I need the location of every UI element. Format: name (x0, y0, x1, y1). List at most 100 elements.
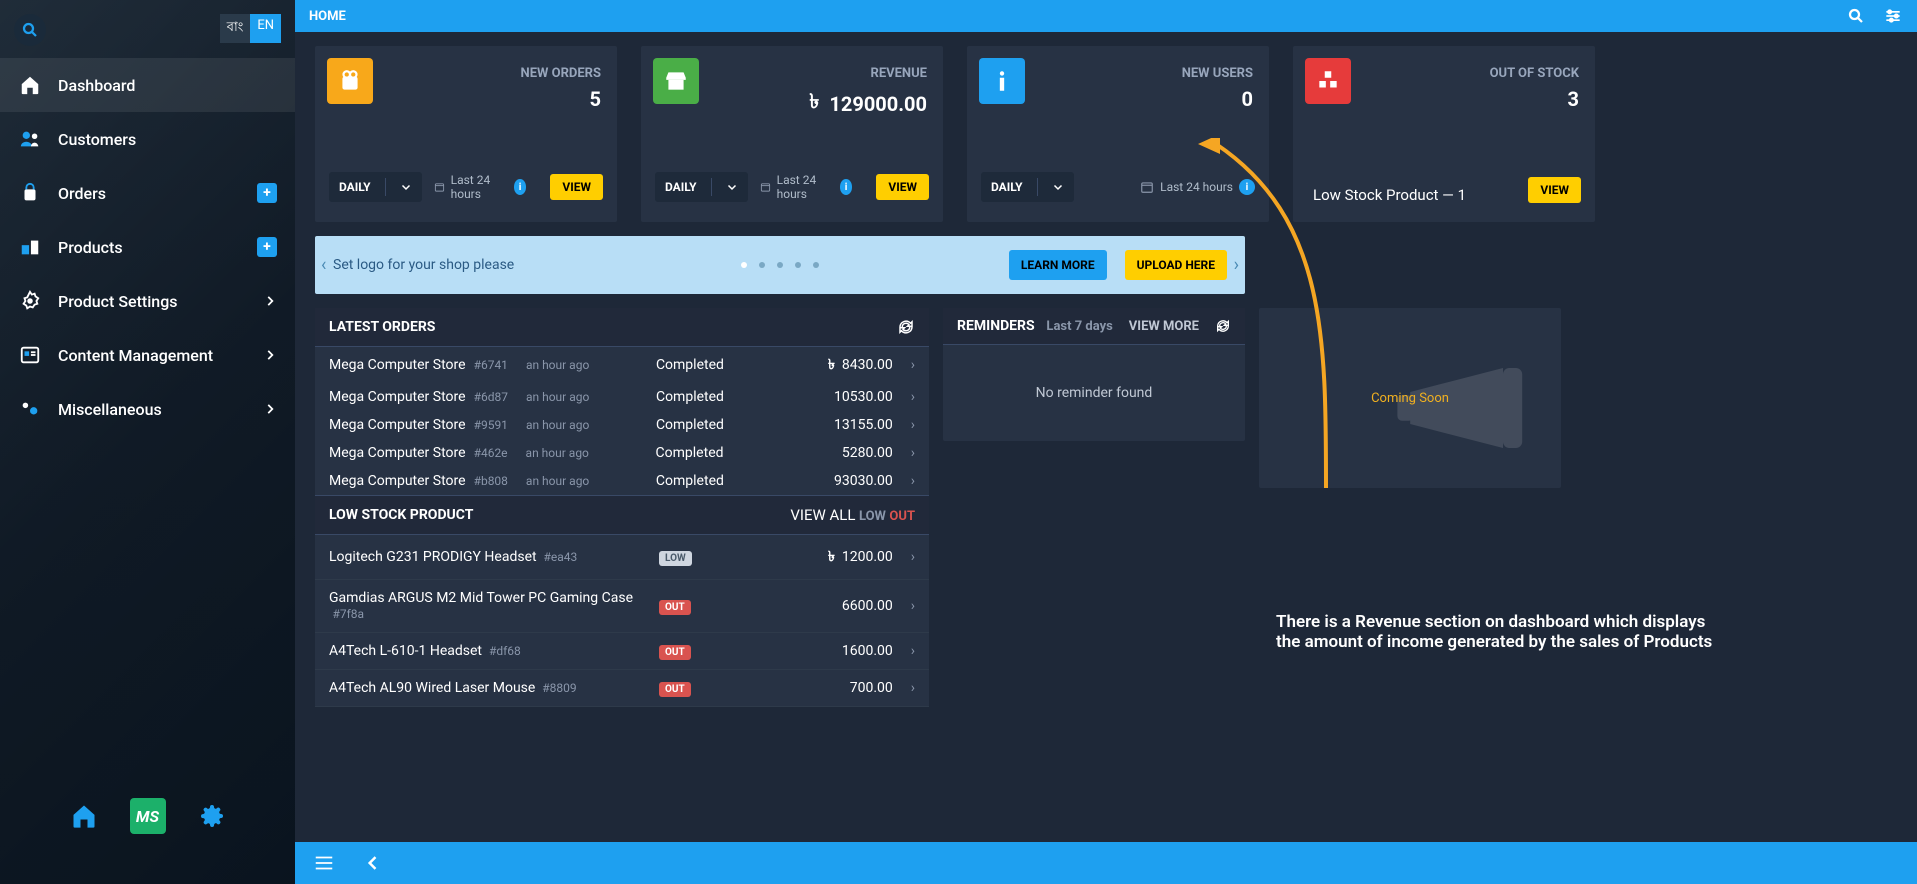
period-dropdown[interactable]: DAILY (981, 172, 1074, 202)
period-dropdown[interactable]: DAILY (329, 172, 422, 202)
back-button[interactable] (363, 853, 383, 873)
banner-dots (741, 262, 819, 268)
stat-card-revenue: REVENUE ৳129000.00 DAILY Last 24 hoursi … (641, 46, 943, 222)
order-row[interactable]: Mega Computer Store#6d87an hour agoCompl… (315, 383, 929, 411)
out-filter[interactable]: OUT (889, 509, 915, 524)
info-icon[interactable]: i (1239, 179, 1255, 195)
banner-next[interactable]: › (1234, 255, 1239, 276)
order-row[interactable]: Mega Computer Store#b808an hour agoCompl… (315, 467, 929, 495)
nav-orders[interactable]: Orders + (0, 166, 295, 220)
order-row[interactable]: Mega Computer Store#6741an hour agoCompl… (315, 347, 929, 383)
order-status: Completed (656, 389, 776, 405)
search-icon (21, 21, 39, 39)
order-store: Mega Computer Store (329, 389, 466, 405)
nav-item-label: Orders (58, 184, 106, 203)
stock-tag: OUT (659, 600, 691, 615)
calendar-icon (760, 180, 771, 194)
language-toggle[interactable]: বাং EN (220, 14, 281, 43)
menu-button[interactable] (313, 852, 335, 874)
view-button[interactable]: VIEW (876, 174, 929, 200)
topbar: HOME (295, 0, 1917, 32)
stock-row[interactable]: Logitech G231 PRODIGY Headset #ea43LOW৳ … (315, 535, 929, 580)
stock-tag: OUT (659, 682, 691, 697)
banner-dot[interactable] (741, 262, 747, 268)
view-button[interactable]: VIEW (550, 174, 603, 200)
order-time: an hour ago (526, 418, 656, 432)
order-row[interactable]: Mega Computer Store#462ean hour agoCompl… (315, 439, 929, 467)
banner-dot[interactable] (759, 262, 765, 268)
order-amount: 13155.00 (776, 417, 893, 433)
page-title: HOME (309, 9, 346, 24)
order-status: Completed (656, 357, 776, 373)
banner-prev[interactable]: ‹ (321, 255, 326, 276)
upload-here-button[interactable]: UPLOAD HERE (1125, 250, 1227, 280)
products-icon (19, 236, 41, 258)
learn-more-button[interactable]: LEARN MORE (1009, 250, 1107, 280)
reminders-panel: REMINDERS Last 7 days VIEW MORE No remin… (943, 308, 1245, 441)
order-amount: ৳ 8430.00 (776, 353, 893, 377)
app-shortcut[interactable]: MS (130, 798, 166, 834)
banner-dot[interactable] (795, 262, 801, 268)
gear-icon (200, 804, 224, 828)
stock-row[interactable]: A4Tech L-610-1 Headset #df68OUT1600.00› (315, 633, 929, 670)
nav-products[interactable]: Products + (0, 220, 295, 274)
order-status: Completed (656, 473, 776, 489)
info-icon[interactable]: i (514, 179, 527, 195)
nav-dashboard[interactable]: Dashboard (0, 58, 295, 112)
stock-row[interactable]: Gamdias ARGUS M2 Mid Tower PC Gaming Cas… (315, 580, 929, 633)
view-more-link[interactable]: VIEW MORE (1129, 319, 1199, 334)
order-time: an hour ago (526, 474, 656, 488)
banner-dot[interactable] (813, 262, 819, 268)
stock-row[interactable]: A4Tech AL90 Wired Laser Mouse #8809OUT70… (315, 670, 929, 707)
stat-card-new-orders: NEW ORDERS 5 DAILY Last 24 hoursi VIEW (315, 46, 617, 222)
view-button[interactable]: VIEW (1528, 177, 1581, 203)
banner-text: Set logo for your shop please (333, 257, 514, 273)
order-time: an hour ago (526, 446, 656, 460)
sidebar: বাং EN Dashboard Customers Orders + Prod… (0, 0, 295, 884)
sliders-icon (1883, 6, 1903, 26)
topbar-search[interactable] (1847, 7, 1865, 25)
setup-banner: ‹ Set logo for your shop please LEARN MO… (315, 236, 1245, 294)
nav-item-label: Product Settings (58, 292, 178, 311)
date-range: Last 24 hoursi (1140, 179, 1255, 195)
content-icon (19, 344, 41, 366)
coming-soon-text: Coming Soon (1371, 391, 1449, 406)
product-price: 1600.00 (729, 643, 893, 659)
coming-soon-panel: Coming Soon (1259, 308, 1561, 488)
latest-orders-panel: LATEST ORDERS Mega Computer Store#6741an… (315, 308, 929, 707)
add-order-button[interactable]: + (257, 183, 277, 203)
refresh-icon (897, 318, 915, 336)
calendar-icon (1140, 180, 1154, 194)
chevron-right-icon: › (911, 680, 915, 696)
order-store: Mega Computer Store (329, 445, 466, 461)
chevron-right-icon: › (911, 357, 915, 373)
refresh-button[interactable] (897, 318, 915, 336)
nav-item-label: Content Management (58, 346, 213, 365)
order-row[interactable]: Mega Computer Store#9591an hour agoCompl… (315, 411, 929, 439)
nav-product-settings[interactable]: Product Settings (0, 274, 295, 328)
chevron-right-icon (263, 348, 277, 362)
users-icon (19, 128, 41, 150)
low-filter[interactable]: LOW (859, 509, 886, 524)
refresh-button[interactable] (1215, 318, 1231, 334)
lang-bn[interactable]: বাং (220, 14, 251, 43)
nav-content-management[interactable]: Content Management (0, 328, 295, 382)
period-dropdown[interactable]: DAILY (655, 172, 748, 202)
product-name: Logitech G231 PRODIGY Headset #ea43 (329, 549, 659, 565)
date-range: Last 24 hoursi (760, 173, 853, 201)
nav-miscellaneous[interactable]: Miscellaneous (0, 382, 295, 436)
banner-dot[interactable] (777, 262, 783, 268)
home-shortcut[interactable] (66, 798, 102, 834)
view-all-link[interactable]: VIEW ALL (790, 506, 855, 524)
settings-shortcut[interactable] (194, 798, 230, 834)
order-id: #462e (474, 446, 508, 460)
info-icon[interactable]: i (840, 179, 853, 195)
sidebar-search-button[interactable] (14, 14, 46, 46)
stock-tag: LOW (659, 551, 692, 566)
menu-icon (313, 852, 335, 874)
nav-customers[interactable]: Customers (0, 112, 295, 166)
add-product-button[interactable]: + (257, 237, 277, 257)
chevron-right-icon: › (911, 598, 915, 614)
lang-en[interactable]: EN (250, 14, 281, 43)
topbar-settings[interactable] (1883, 6, 1903, 26)
